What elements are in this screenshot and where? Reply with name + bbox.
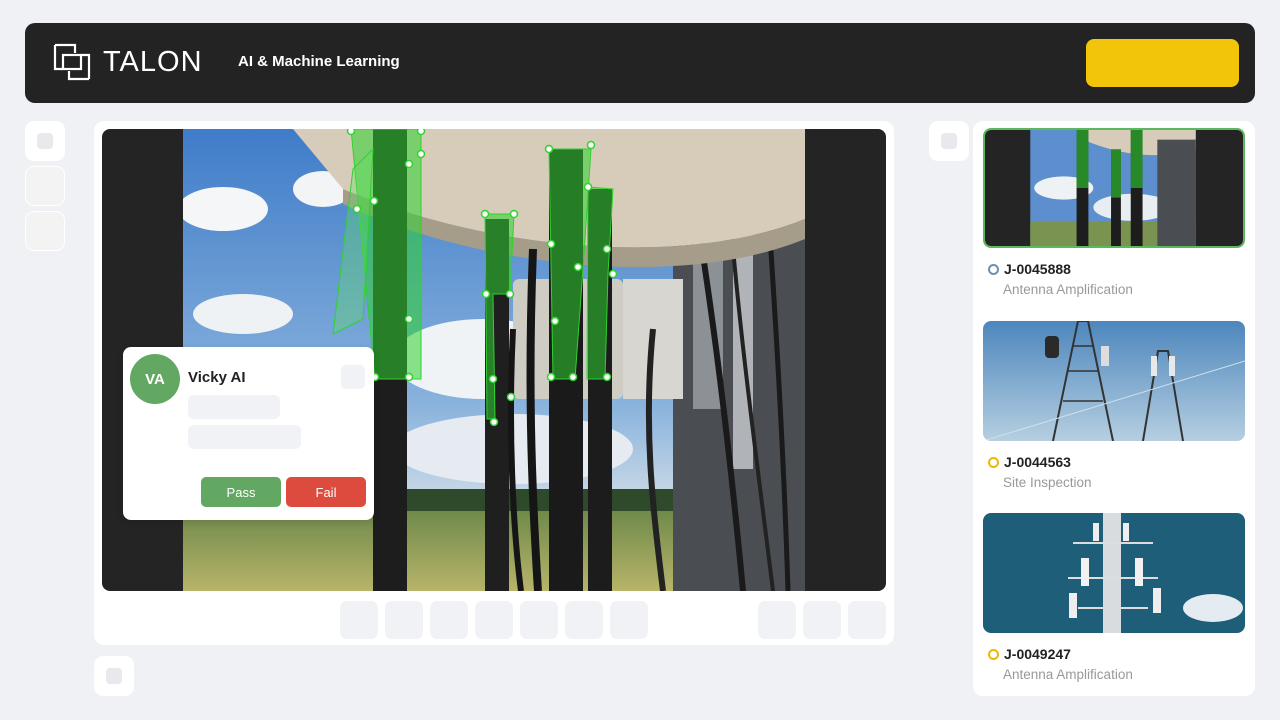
toolbar-button-2[interactable]: [385, 601, 423, 639]
side-tool-button-3[interactable]: [25, 211, 65, 251]
header-action-button[interactable]: [1086, 39, 1239, 87]
job-thumbnail-image: [985, 130, 1243, 246]
tool-icon: [941, 133, 957, 149]
job-type: Antenna Amplification: [1003, 282, 1133, 297]
job-id[interactable]: J-0044563: [988, 454, 1071, 470]
job-thumbnail-image: [983, 513, 1245, 633]
brand-name: TALON: [103, 45, 203, 78]
avatar: VA: [130, 354, 180, 404]
job-id[interactable]: J-0045888: [988, 261, 1071, 277]
side-tool-button-2[interactable]: [25, 166, 65, 206]
header-subtitle: AI & Machine Learning: [238, 53, 400, 70]
panel-toggle-button[interactable]: [929, 121, 969, 161]
job-id-text: J-0049247: [1004, 646, 1071, 662]
job-thumbnail[interactable]: [983, 128, 1245, 248]
toolbar-button-6[interactable]: [565, 601, 603, 639]
job-id-text: J-0045888: [1004, 261, 1071, 277]
job-id[interactable]: J-0049247: [988, 646, 1071, 662]
toolbar-button-4[interactable]: [475, 601, 513, 639]
card-menu-button[interactable]: [341, 365, 365, 389]
talon-logo-icon: [53, 43, 91, 81]
side-tool-button-1[interactable]: [25, 121, 65, 161]
placeholder-line-1: [188, 395, 280, 419]
job-type: Site Inspection: [1003, 475, 1092, 490]
toolbar-button-3[interactable]: [430, 601, 468, 639]
talon-logo[interactable]: TALON: [53, 43, 203, 81]
tool-icon: [37, 133, 53, 149]
tool-icon: [106, 668, 122, 684]
pass-button[interactable]: Pass: [201, 477, 281, 507]
job-type: Antenna Amplification: [1003, 667, 1133, 682]
toolbar-button-10[interactable]: [848, 601, 886, 639]
toolbar-button-1[interactable]: [340, 601, 378, 639]
toolbar-button-5[interactable]: [520, 601, 558, 639]
toolbar-button-9[interactable]: [803, 601, 841, 639]
job-thumbnail[interactable]: [983, 513, 1245, 633]
reviewer-name: Vicky AI: [188, 369, 246, 386]
fail-button[interactable]: Fail: [286, 477, 366, 507]
jobs-panel: J-0045888 Antenna Amplification J-004456…: [973, 121, 1255, 696]
toolbar-button-7[interactable]: [610, 601, 648, 639]
toolbar-button-8[interactable]: [758, 601, 796, 639]
status-ring-icon: [988, 648, 999, 660]
placeholder-line-2: [188, 425, 301, 449]
status-ring-icon: [988, 263, 999, 275]
app-header: TALON AI & Machine Learning: [25, 23, 1255, 103]
bottom-tool-button[interactable]: [94, 656, 134, 696]
job-thumbnail-image: [983, 321, 1245, 441]
job-thumbnail[interactable]: [983, 321, 1245, 441]
job-id-text: J-0044563: [1004, 454, 1071, 470]
ai-review-card: VA Vicky AI Pass Fail: [123, 347, 374, 520]
status-ring-icon: [988, 456, 999, 468]
